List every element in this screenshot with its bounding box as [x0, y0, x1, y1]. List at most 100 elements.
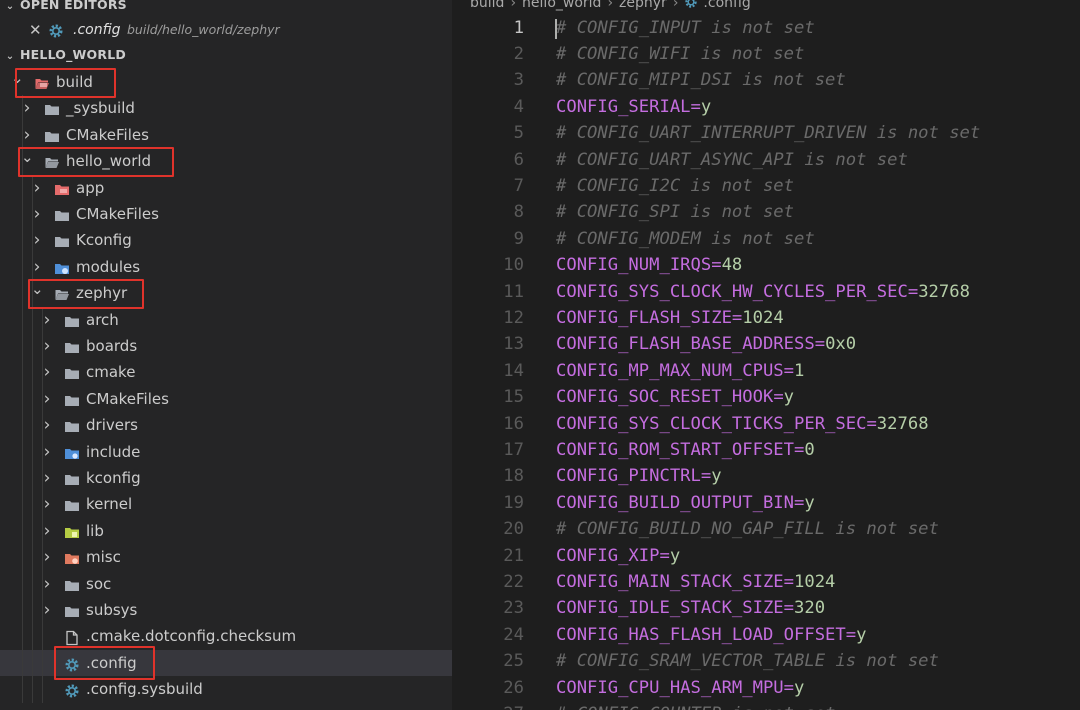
config-key: CONFIG_FLASH_BASE_ADDRESS: [556, 334, 815, 355]
comment-text: # CONFIG_WIFI is not set: [556, 43, 805, 64]
tree-item-label: app: [76, 178, 105, 197]
line-text: # CONFIG_MIPI_DSI is not set: [556, 67, 846, 93]
folder-icon: [64, 602, 80, 618]
open-editor-path: build/hello_world/zephyr: [127, 22, 280, 37]
code-line[interactable]: 25 # CONFIG_SRAM_VECTOR_TABLE is not set: [452, 648, 1080, 674]
tree-folder-item[interactable]: › include: [0, 439, 452, 465]
tree-folder-item[interactable]: › kconfig: [0, 465, 452, 491]
code-line[interactable]: 24 CONFIG_HAS_FLASH_LOAD_OFFSET=y: [452, 622, 1080, 648]
tree-folder-item[interactable]: › arch: [0, 307, 452, 333]
tree-folder-item[interactable]: › CMakeFiles: [0, 122, 452, 148]
code-line[interactable]: 14 CONFIG_MP_MAX_NUM_CPUS=1: [452, 358, 1080, 384]
config-key: CONFIG_SERIAL: [556, 96, 691, 117]
gear-icon: [49, 24, 63, 38]
config-key: CONFIG_SOC_RESET_HOOK: [556, 387, 774, 408]
config-key: CONFIG_PINCTRL: [556, 466, 701, 487]
comment-text: # CONFIG_SPI is not set: [556, 202, 794, 223]
tree-folder-item[interactable]: › Kconfig: [0, 227, 452, 253]
breadcrumb-item[interactable]: build: [470, 0, 504, 11]
code-line[interactable]: 7 # CONFIG_I2C is not set: [452, 173, 1080, 199]
code-line[interactable]: 26 CONFIG_CPU_HAS_ARM_MPU=y: [452, 675, 1080, 701]
code-line[interactable]: 5 # CONFIG_UART_INTERRUPT_DRIVEN is not s…: [452, 120, 1080, 146]
highlight-box: [28, 279, 144, 309]
line-text: # CONFIG_SRAM_VECTOR_TABLE is not set: [556, 648, 939, 674]
code-line[interactable]: 22 CONFIG_MAIN_STACK_SIZE=1024: [452, 569, 1080, 595]
tree-item-label: Kconfig: [76, 231, 132, 250]
line-number: 12: [503, 307, 524, 328]
tree-folder-item[interactable]: › drivers: [0, 412, 452, 438]
equals-sign: =: [783, 598, 795, 619]
code-line[interactable]: 15 CONFIG_SOC_RESET_HOOK=y: [452, 384, 1080, 410]
code-line[interactable]: 9 # CONFIG_MODEM is not set: [452, 226, 1080, 252]
code-line[interactable]: 20 # CONFIG_BUILD_NO_GAP_FILL is not set: [452, 516, 1080, 542]
code-line[interactable]: 2 # CONFIG_WIFI is not set: [452, 41, 1080, 67]
config-key: CONFIG_BUILD_OUTPUT_BIN: [556, 492, 794, 513]
tree-folder-item[interactable]: › modules: [0, 254, 452, 280]
tree-folder-item[interactable]: › lib: [0, 518, 452, 544]
code-line[interactable]: 17 CONFIG_ROM_START_OFFSET=0: [452, 437, 1080, 463]
code-line[interactable]: 12 CONFIG_FLASH_SIZE=1024: [452, 305, 1080, 331]
tree-item-label: drivers: [86, 416, 138, 435]
config-key: CONFIG_CPU_HAS_ARM_MPU: [556, 677, 784, 698]
tree-folder-item[interactable]: › misc: [0, 544, 452, 570]
line-number: 26: [503, 677, 524, 698]
line-text: # CONFIG_I2C is not set: [556, 173, 794, 199]
code-line[interactable]: 3 # CONFIG_MIPI_DSI is not set: [452, 67, 1080, 93]
tree-item-label: boards: [86, 337, 138, 355]
tree-folder-item[interactable]: › CMakeFiles: [0, 201, 452, 227]
config-value: 32768: [876, 413, 929, 434]
line-number: 27: [464, 701, 524, 710]
tree-folder-item[interactable]: › cmake: [0, 359, 452, 385]
code-editor[interactable]: build › hello_world › zephyr › .config 1 # CONF…: [452, 0, 1080, 710]
code-line[interactable]: 18 CONFIG_PINCTRL=y: [452, 463, 1080, 489]
tree-folder-item[interactable]: › soc: [0, 571, 452, 597]
code-line[interactable]: 4 CONFIG_SERIAL=y: [452, 94, 1080, 120]
equals-sign: =: [907, 281, 919, 302]
tree-folder-item[interactable]: › subsys: [0, 597, 452, 623]
config-key: CONFIG_IDLE_STACK_SIZE: [556, 598, 784, 619]
code-line[interactable]: 16 CONFIG_SYS_CLOCK_TICKS_PER_SEC=32768: [452, 411, 1080, 437]
line-text: CONFIG_MP_MAX_NUM_CPUS=1: [556, 358, 804, 384]
code-line[interactable]: 13 CONFIG_FLASH_BASE_ADDRESS=0x0: [452, 331, 1080, 357]
tree-folder-item[interactable]: › CMakeFiles: [0, 386, 452, 412]
code-line[interactable]: 6 # CONFIG_UART_ASYNC_API is not set: [452, 147, 1080, 173]
line-number: 17: [503, 439, 524, 460]
breadcrumb-item[interactable]: zephyr: [619, 0, 667, 11]
equals-sign: =: [711, 255, 722, 276]
tree-folder-item[interactable]: › _sysbuild: [0, 95, 452, 121]
line-number: 18: [503, 466, 524, 487]
line-number: 8: [513, 202, 524, 223]
equals-sign: =: [814, 334, 826, 355]
line-number: 15: [503, 387, 524, 408]
code-line[interactable]: 10 CONFIG_NUM_IRQS=48: [452, 252, 1080, 278]
breadcrumb-item[interactable]: hello_world: [522, 0, 601, 11]
line-number: 25: [503, 651, 524, 672]
line-number: 4: [513, 96, 524, 117]
code-line[interactable]: 8 # CONFIG_SPI is not set: [452, 199, 1080, 225]
config-value: y: [856, 624, 867, 645]
tree-file-item[interactable]: .config.sysbuild: [0, 676, 452, 702]
chevron-right-icon: ›: [672, 0, 679, 11]
line-text: CONFIG_HAS_FLASH_LOAD_OFFSET=y: [556, 622, 866, 648]
tree-folder-item[interactable]: › boards: [0, 333, 452, 359]
code-line[interactable]: 1 # CONFIG_INPUT is not set: [452, 15, 1080, 41]
open-editors-header[interactable]: ⌄ OPEN EDITORS: [4, 0, 127, 16]
code-line[interactable]: 21 CONFIG_XIP=y: [452, 543, 1080, 569]
comment-text: # CONFIG_UART_ASYNC_API is not set: [556, 149, 908, 170]
open-editor-item[interactable]: ✕ .config build/hello_world/zephyr: [0, 17, 452, 43]
tree-item-label: .config.sysbuild: [86, 680, 203, 699]
code-line[interactable]: 23 CONFIG_IDLE_STACK_SIZE=320: [452, 595, 1080, 621]
line-text: # CONFIG_WIFI is not set: [556, 41, 804, 67]
config-value: 0x0: [825, 334, 857, 355]
close-icon[interactable]: ✕: [29, 17, 42, 43]
tree-folder-item[interactable]: › app: [0, 175, 452, 201]
breadcrumb-item[interactable]: .config: [703, 0, 750, 11]
tree-item-label: lib: [86, 521, 104, 540]
code-line[interactable]: 19 CONFIG_BUILD_OUTPUT_BIN=y: [452, 490, 1080, 516]
code-line[interactable]: 11 CONFIG_SYS_CLOCK_HW_CYCLES_PER_SEC=327…: [452, 279, 1080, 305]
code-line[interactable]: 27 # CONFIG_COUNTER is not set: [452, 701, 1080, 710]
config-value: 320: [794, 598, 826, 619]
line-number: 11: [503, 281, 524, 302]
tree-folder-item[interactable]: › kernel: [0, 491, 452, 517]
workspace-header[interactable]: ⌄ HELLO_WORLD: [4, 44, 126, 66]
